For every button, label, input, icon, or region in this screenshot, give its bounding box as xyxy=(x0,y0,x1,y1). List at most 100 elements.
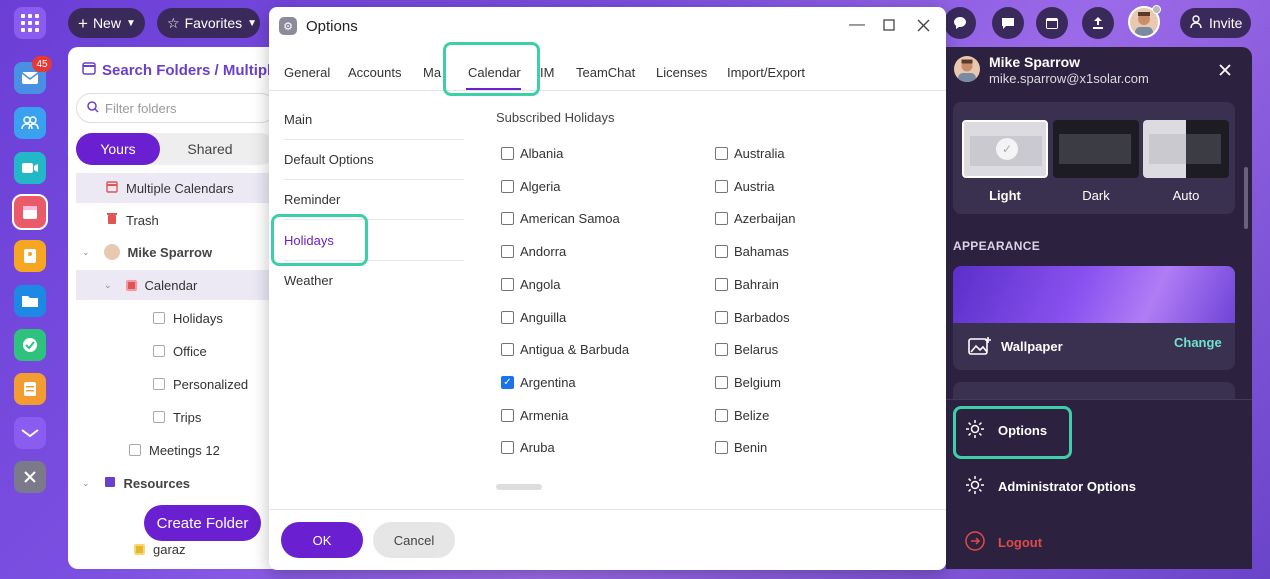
address-book-icon[interactable] xyxy=(14,240,46,272)
side-item-default-options[interactable]: Default Options xyxy=(284,140,464,180)
folder-row-office[interactable]: Office xyxy=(76,336,278,366)
folder-row-trash[interactable]: Trash xyxy=(76,205,278,235)
holiday-option[interactable]: Austria xyxy=(715,179,774,194)
message-icon[interactable] xyxy=(992,7,1024,39)
contacts-icon[interactable] xyxy=(14,107,46,139)
cancel-button[interactable]: Cancel xyxy=(373,522,455,558)
unchecked-checkbox[interactable] xyxy=(715,277,728,291)
side-item-main[interactable]: Main xyxy=(284,100,464,140)
holiday-option[interactable]: Australia xyxy=(715,146,785,161)
calendar-icon[interactable] xyxy=(1036,7,1068,39)
unchecked-checkbox[interactable] xyxy=(715,375,728,389)
unchecked-checkbox[interactable] xyxy=(501,408,514,422)
unchecked-checkbox[interactable] xyxy=(501,245,514,259)
holiday-option[interactable]: Belarus xyxy=(715,342,778,357)
holiday-option[interactable]: ✓ Argentina xyxy=(501,375,576,390)
side-item-weather[interactable]: Weather xyxy=(284,260,464,300)
folder-row-resources[interactable]: ⌄ Resources xyxy=(76,468,278,498)
folder-row-multiple-calendars[interactable]: Multiple Calendars xyxy=(76,173,278,203)
folder-checkbox[interactable] xyxy=(129,444,141,456)
holiday-option[interactable]: Bahamas xyxy=(715,244,789,259)
unchecked-checkbox[interactable] xyxy=(715,343,728,357)
tab-im[interactable]: IM xyxy=(540,65,554,80)
holiday-option[interactable]: Benin xyxy=(715,440,767,455)
filter-folders-input[interactable]: Filter folders xyxy=(76,93,276,123)
holiday-option[interactable]: Belize xyxy=(715,408,769,423)
unchecked-checkbox[interactable] xyxy=(501,441,514,455)
apps-grid-icon[interactable] xyxy=(14,7,46,39)
unchecked-checkbox[interactable] xyxy=(501,212,514,226)
holiday-option[interactable]: Armenia xyxy=(501,408,568,423)
tab-general[interactable]: General xyxy=(284,65,330,80)
folder-checkbox[interactable] xyxy=(153,345,165,357)
unchecked-checkbox[interactable] xyxy=(501,343,514,357)
calendar-app-icon[interactable] xyxy=(12,194,48,230)
folder-checkbox[interactable] xyxy=(153,411,165,423)
holiday-option[interactable]: Algeria xyxy=(501,179,560,194)
folder-icon[interactable] xyxy=(14,285,46,317)
holiday-option[interactable]: Angola xyxy=(501,277,560,292)
holiday-option[interactable]: American Samoa xyxy=(501,211,620,226)
menu-item-options[interactable]: Options xyxy=(964,418,1047,443)
folder-row-meetings[interactable]: Meetings 12 xyxy=(76,435,278,465)
favorites-button[interactable]: ☆ Favorites ▼ xyxy=(157,8,260,38)
menu-item-administrator-options[interactable]: Administrator Options xyxy=(964,474,1136,499)
close-icon[interactable] xyxy=(1219,60,1231,81)
panel-scrollbar[interactable] xyxy=(1244,167,1248,229)
folder-row-personalized[interactable]: Personalized xyxy=(76,369,278,399)
horizontal-scrollbar[interactable] xyxy=(496,484,542,490)
unchecked-checkbox[interactable] xyxy=(715,212,728,226)
unchecked-checkbox[interactable] xyxy=(715,179,728,193)
holiday-option[interactable]: Aruba xyxy=(501,440,555,455)
holiday-option[interactable]: Andorra xyxy=(501,244,566,259)
holiday-option[interactable]: Albania xyxy=(501,146,563,161)
unchecked-checkbox[interactable] xyxy=(501,179,514,193)
holiday-option[interactable]: Barbados xyxy=(715,310,790,325)
menu-item-logout[interactable]: Logout xyxy=(964,530,1042,555)
unchecked-checkbox[interactable] xyxy=(715,408,728,422)
inbox-icon[interactable] xyxy=(14,417,46,449)
holiday-option[interactable]: Anguilla xyxy=(501,310,566,325)
folder-row-holidays[interactable]: Holidays xyxy=(76,303,278,333)
tab-import-export[interactable]: Import/Export xyxy=(727,65,805,80)
theme-auto-option[interactable] xyxy=(1143,120,1229,178)
theme-light-option[interactable]: ✓ xyxy=(962,120,1048,178)
folder-row-mike-sparrow[interactable]: ⌄ Mike Sparrow xyxy=(76,237,278,267)
tab-licenses[interactable]: Licenses xyxy=(656,65,707,80)
notes-icon[interactable] xyxy=(14,373,46,405)
folder-checkbox[interactable] xyxy=(153,312,165,324)
folder-row-calendar[interactable]: ⌄ Calendar xyxy=(76,270,278,300)
maximize-icon[interactable] xyxy=(881,17,897,33)
holiday-option[interactable]: Antigua & Barbuda xyxy=(501,342,629,357)
holiday-option[interactable]: Bahrain xyxy=(715,277,779,292)
tools-icon[interactable] xyxy=(14,461,46,493)
unchecked-checkbox[interactable] xyxy=(501,147,514,160)
theme-dark-option[interactable] xyxy=(1053,120,1139,178)
shared-tab[interactable]: Shared xyxy=(168,133,252,165)
unchecked-checkbox[interactable] xyxy=(715,310,728,324)
minimize-icon[interactable]: — xyxy=(849,16,865,33)
ok-button[interactable]: OK xyxy=(281,522,363,558)
holiday-option[interactable]: Belgium xyxy=(715,375,781,390)
tab-teamchat[interactable]: TeamChat xyxy=(576,65,635,80)
unchecked-checkbox[interactable] xyxy=(715,147,728,160)
unchecked-checkbox[interactable] xyxy=(501,277,514,291)
tab-mail[interactable]: Ma xyxy=(423,65,441,80)
chat-bubble-icon[interactable] xyxy=(944,7,976,39)
yours-tab[interactable]: Yours xyxy=(76,133,160,165)
folder-row-trips[interactable]: Trips xyxy=(76,402,278,432)
tab-accounts[interactable]: Accounts xyxy=(348,65,401,80)
holiday-option[interactable]: Azerbaijan xyxy=(715,211,795,226)
upload-icon[interactable] xyxy=(1082,7,1114,39)
unchecked-checkbox[interactable] xyxy=(715,441,728,455)
unchecked-checkbox[interactable] xyxy=(501,310,514,324)
unchecked-checkbox[interactable] xyxy=(715,245,728,259)
checked-checkbox[interactable]: ✓ xyxy=(501,375,514,389)
create-folder-button[interactable]: Create Folder xyxy=(144,505,261,541)
close-icon[interactable] xyxy=(915,17,931,33)
tasks-icon[interactable] xyxy=(14,329,46,361)
new-button[interactable]: + New ▼ xyxy=(68,8,145,38)
change-wallpaper-link[interactable]: Change xyxy=(1174,335,1222,350)
invite-button[interactable]: Invite xyxy=(1180,8,1251,38)
video-icon[interactable] xyxy=(14,152,46,184)
